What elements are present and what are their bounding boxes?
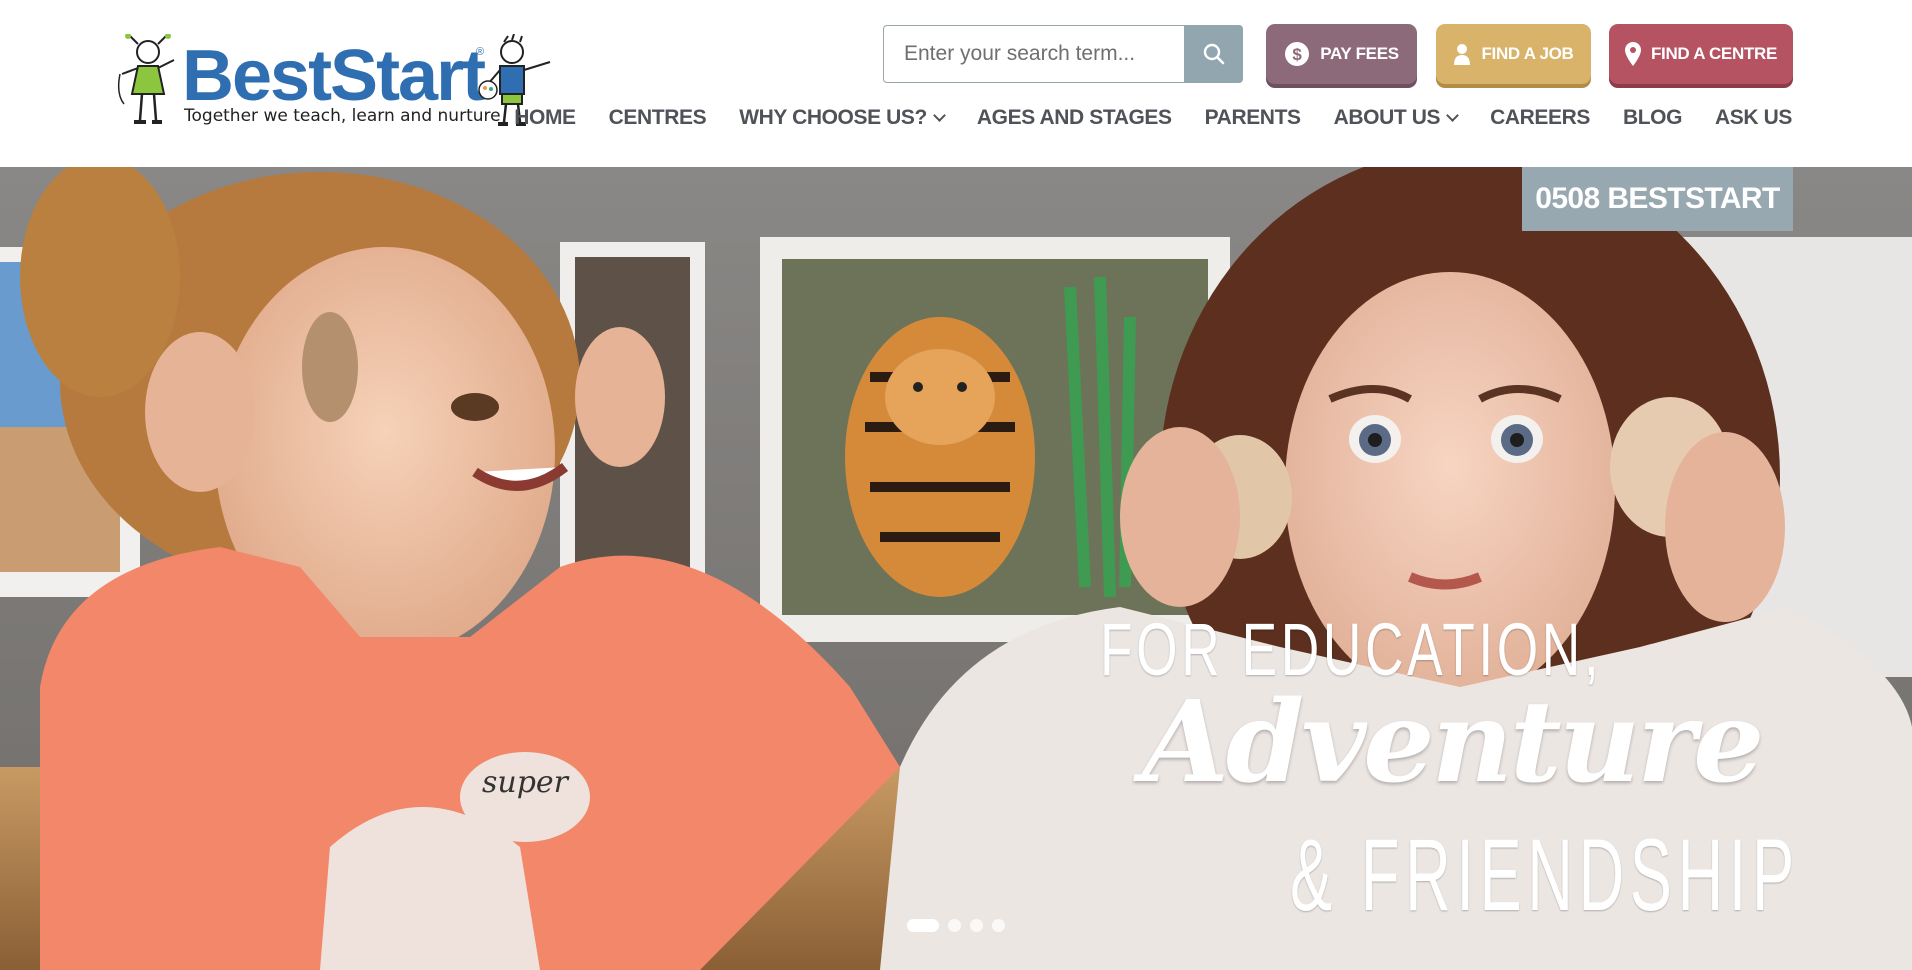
- nav-item-centres[interactable]: CENTRES: [609, 106, 707, 130]
- find-a-job-label: FIND A JOB: [1481, 44, 1574, 63]
- slider-dot-1[interactable]: [907, 919, 939, 932]
- hero-tagline-line3: & FRIENDSHIP: [1290, 818, 1800, 932]
- slider-pagination: [907, 919, 1005, 932]
- nav-item-careers[interactable]: CAREERS: [1490, 106, 1590, 130]
- nav-item-parents[interactable]: PARENTS: [1205, 106, 1301, 130]
- svg-text:super: super: [482, 765, 570, 800]
- chevron-down-icon: [1446, 108, 1459, 122]
- nav-item-about-us[interactable]: ABOUT US: [1333, 106, 1459, 130]
- svg-text:$: $: [1293, 45, 1303, 64]
- slider-dot-2[interactable]: [948, 919, 961, 932]
- search-button[interactable]: [1184, 25, 1243, 83]
- nav-item-ask-us[interactable]: ASK US: [1715, 106, 1792, 130]
- nav-label: CENTRES: [608, 106, 707, 129]
- person-icon: [1454, 44, 1471, 65]
- nav-label: ABOUT US: [1333, 106, 1441, 129]
- chevron-down-icon: [933, 108, 946, 122]
- logo-wordmark: BestStart: [182, 36, 486, 116]
- slider-dot-4[interactable]: [992, 919, 1005, 932]
- hero-slider: super 0508 BESTSTART FOR EDUCATION, Adve…: [0, 167, 1912, 970]
- logo-tagline: Together we teach, learn and nurture: [184, 106, 501, 126]
- girl-figure-icon: [117, 34, 175, 124]
- nav-label: BLOG: [1622, 106, 1683, 129]
- dollar-icon: $: [1285, 42, 1310, 66]
- nav-label: WHY CHOOSE US?: [739, 106, 927, 129]
- nav-label: ASK US: [1715, 106, 1792, 129]
- find-a-job-button[interactable]: FIND A JOB: [1436, 24, 1591, 84]
- find-a-centre-button[interactable]: FIND A CENTRE: [1609, 24, 1793, 84]
- phone-number-badge[interactable]: 0508 BESTSTART: [1522, 167, 1793, 231]
- nav-label: PARENTS: [1204, 106, 1301, 129]
- slider-dot-3[interactable]: [970, 919, 983, 932]
- nav-item-blog[interactable]: BLOG: [1623, 106, 1682, 130]
- nav-label: CAREERS: [1490, 106, 1590, 129]
- find-a-centre-label: FIND A CENTRE: [1650, 44, 1778, 63]
- main-nav: HOME CENTRES WHY CHOOSE US? AGES AND STA…: [481, 106, 1792, 130]
- search-bar: [883, 25, 1243, 83]
- search-input[interactable]: [883, 25, 1184, 83]
- pay-fees-label: PAY FEES: [1320, 44, 1399, 63]
- search-icon: [1203, 43, 1224, 65]
- nav-item-ages-and-stages[interactable]: AGES AND STAGES: [977, 106, 1172, 130]
- nav-label: HOME: [514, 106, 576, 129]
- site-header: BestStart ® Together we teach, learn and…: [0, 0, 1912, 167]
- map-pin-icon: [1624, 42, 1641, 66]
- hero-tagline-line2: Adventure: [1142, 677, 1764, 808]
- nav-item-why-choose-us[interactable]: WHY CHOOSE US?: [739, 106, 946, 130]
- nav-item-home[interactable]: HOME: [514, 106, 576, 130]
- nav-label: AGES AND STAGES: [976, 106, 1172, 129]
- pay-fees-button[interactable]: $ PAY FEES: [1266, 24, 1417, 84]
